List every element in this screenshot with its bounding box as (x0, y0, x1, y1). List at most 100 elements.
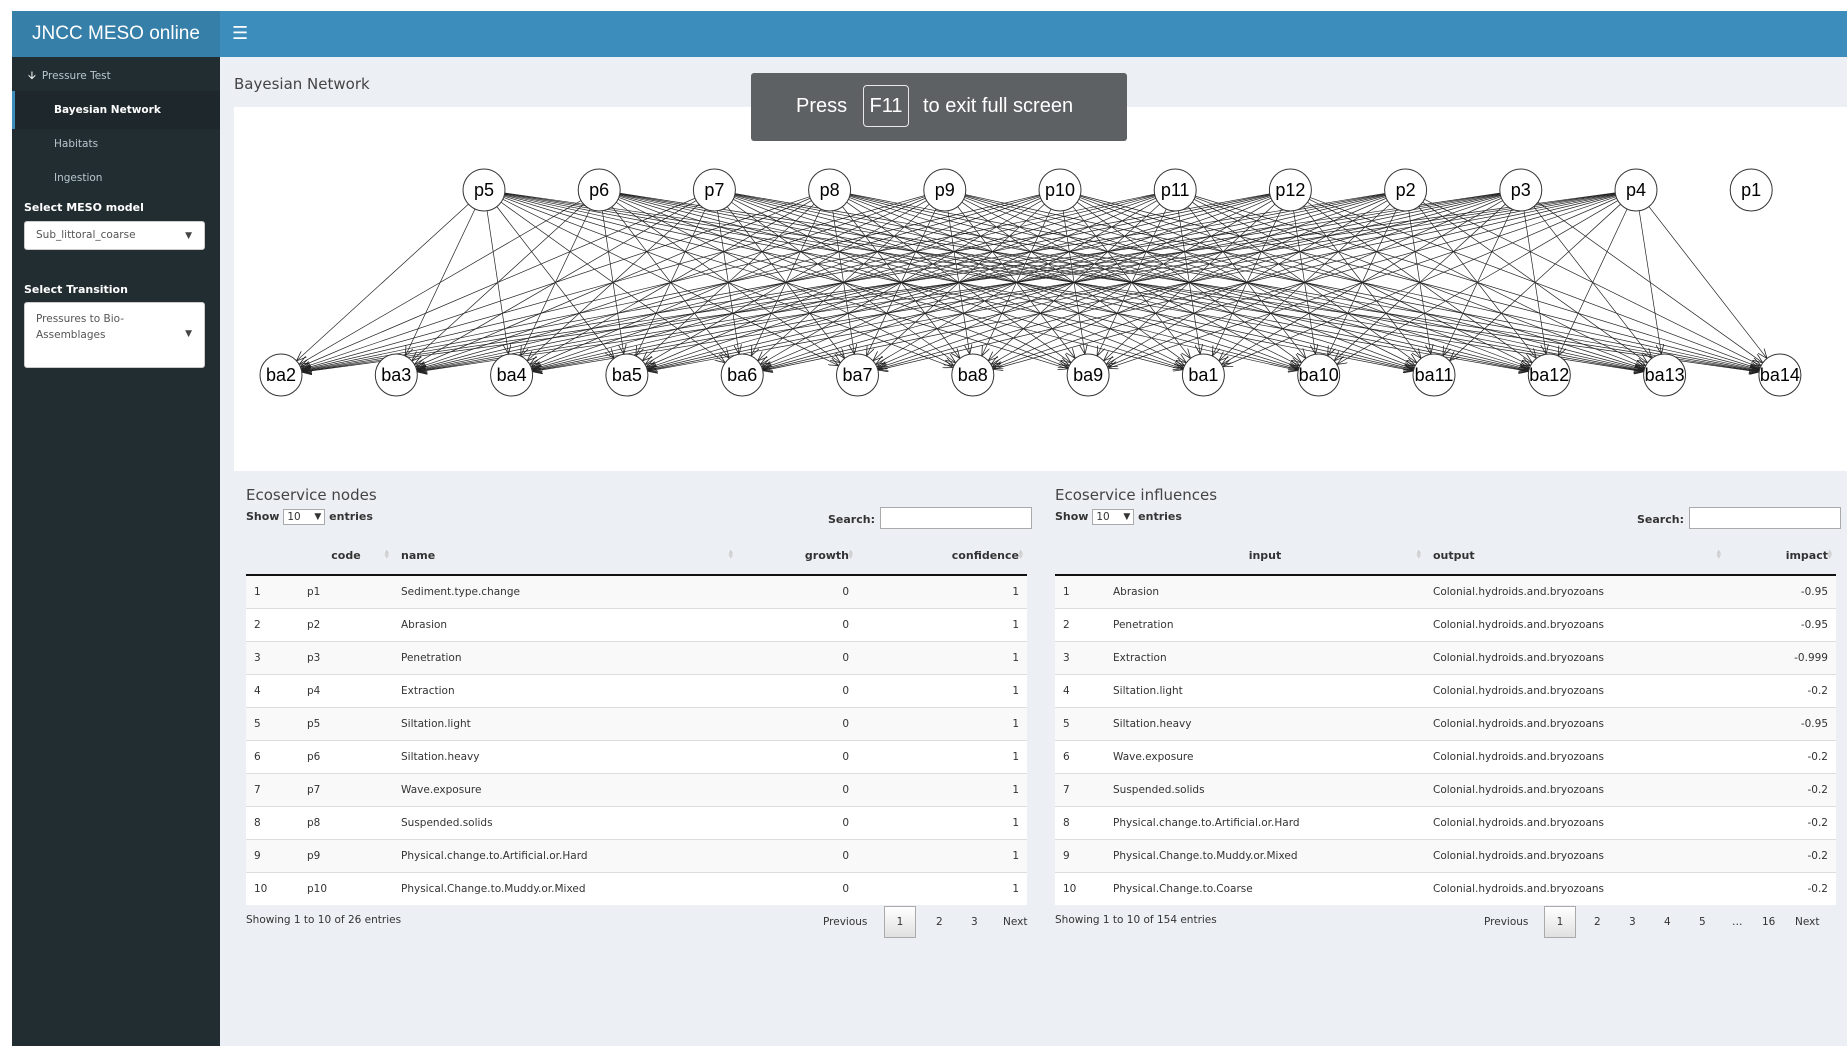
column-header-input[interactable]: input ▴ ▾ (1105, 537, 1425, 576)
node-ba5[interactable]: ba5 (605, 353, 649, 397)
table-cell: Colonial.hydroids.and.bryozoans (1425, 707, 1725, 741)
sidebar-item-ingestion[interactable]: Ingestion (12, 159, 220, 197)
node-ba1[interactable]: ba1 (1181, 353, 1225, 397)
pagination-page[interactable]: 5 (1699, 916, 1706, 928)
table-row[interactable]: 10 p10 Physical.Change.to.Muddy.or.Mixed 0 1 (246, 872, 1027, 905)
table-row[interactable]: 1 p1 Sediment.type.change 0 1 (246, 574, 1027, 609)
node-p4[interactable]: p4 (1614, 168, 1658, 212)
table-row[interactable]: 5 p5 Siltation.light 0 1 (246, 707, 1027, 741)
pagination-page[interactable]: 2 (936, 916, 943, 928)
table-row[interactable]: 8 Physical.change.to.Artificial.or.Hard Co… (1055, 806, 1836, 840)
node-ba13[interactable]: ba13 (1643, 353, 1687, 397)
node-ba10[interactable]: ba10 (1297, 353, 1341, 397)
pagination-page[interactable]: 3 (971, 916, 978, 928)
table-cell: 0 (737, 574, 857, 609)
pagination-page[interactable]: 16 (1762, 916, 1775, 928)
model-select[interactable]: Sub_littoral_coarse ▼ (24, 221, 205, 250)
column-header-output[interactable]: output ▴ ▾ (1425, 537, 1725, 576)
sort-icon[interactable]: ▴ ▾ (1416, 548, 1421, 562)
table-row[interactable]: 2 Penetration Colonial.hydroids.and.bryozo… (1055, 608, 1836, 642)
node-ba14[interactable]: ba14 (1758, 353, 1802, 397)
sort-icon[interactable]: ▴ ▾ (728, 548, 733, 562)
sidebar-item-habitats[interactable]: Habitats (12, 125, 220, 163)
node-p8[interactable]: p8 (808, 168, 852, 212)
pagination-page[interactable]: 3 (1629, 916, 1636, 928)
table-row[interactable]: 9 p9 Physical.change.to.Artificial.or.Hard… (246, 839, 1027, 873)
influences-table-header: input ▴ ▾ output ▴ ▾ impact ▴ ▾ (1055, 537, 1836, 576)
node-p6[interactable]: p6 (577, 168, 621, 212)
node-ba3[interactable]: ba3 (374, 353, 418, 397)
pagination-page[interactable]: 1 (1544, 906, 1576, 938)
svg-text:p3: p3 (1511, 180, 1531, 200)
table-row[interactable]: 8 p8 Suspended.solids 0 1 (246, 806, 1027, 840)
node-p5[interactable]: p5 (462, 168, 506, 212)
influences-search-input[interactable] (1689, 507, 1841, 529)
column-header-impact[interactable]: impact ▴ ▾ (1725, 537, 1836, 576)
sort-icon[interactable]: ▴ ▾ (384, 548, 389, 562)
table-row[interactable]: 4 p4 Extraction 0 1 (246, 674, 1027, 708)
table-row[interactable]: 3 p3 Penetration 0 1 (246, 641, 1027, 675)
sidebar-item-pressure-test[interactable]: 🡫 Pressure Test (12, 57, 220, 95)
table-row[interactable]: 6 Wave.exposure Colonial.hydroids.and.bryo… (1055, 740, 1836, 774)
table-row[interactable]: 4 Siltation.light Colonial.hydroids.and.br… (1055, 674, 1836, 708)
node-ba8[interactable]: ba8 (951, 353, 995, 397)
nodes-length-select[interactable]: 10 ▼ (283, 509, 326, 525)
table-row[interactable]: 7 Suspended.solids Colonial.hydroids.and.b… (1055, 773, 1836, 807)
node-p3[interactable]: p3 (1499, 168, 1543, 212)
node-ba12[interactable]: ba12 (1527, 353, 1571, 397)
column-header-name[interactable]: name ▴ ▾ (393, 537, 737, 576)
node-ba7[interactable]: ba7 (836, 353, 879, 397)
sort-icon[interactable]: ▴ ▾ (1827, 548, 1832, 562)
sidebar-item-bayesian-network[interactable]: Bayesian Network (12, 91, 220, 129)
node-ba6[interactable]: ba6 (720, 353, 764, 397)
table-cell: 1 (857, 839, 1027, 873)
influences-length-select[interactable]: 10 ▼ (1092, 509, 1135, 525)
pagination-page[interactable]: 4 (1664, 916, 1671, 928)
table-row[interactable]: 7 p7 Wave.exposure 0 1 (246, 773, 1027, 807)
table-row[interactable]: 10 Physical.Change.to.Coarse Colonial.hydr… (1055, 872, 1836, 905)
app-title[interactable]: JNCC MESO online (12, 11, 220, 57)
network-svg[interactable]: p5 p6 p7 p8 p9 p10 p11 p12 p2 p3 p4 p1 ba2 ba3 ba4 ba5 b… (234, 107, 1847, 471)
pagination-page[interactable]: 1 (884, 906, 916, 938)
sort-icon[interactable]: ▴ ▾ (1716, 548, 1721, 562)
node-p1[interactable]: p1 (1729, 168, 1773, 212)
node-p12[interactable]: p12 (1268, 168, 1312, 212)
sort-icon[interactable]: ▴ ▾ (848, 548, 853, 562)
node-p11[interactable]: p11 (1153, 168, 1197, 212)
node-ba9[interactable]: ba9 (1066, 353, 1110, 397)
sidebar-toggle-icon[interactable]: ☰ (232, 23, 248, 45)
transition-select[interactable]: Pressures to Bio-Assemblages ▼ (24, 302, 205, 368)
svg-text:p2: p2 (1396, 180, 1416, 200)
nodes-search-input[interactable] (880, 507, 1032, 529)
edge-p9-ba2 (301, 195, 925, 370)
table-row[interactable]: 6 p6 Siltation.heavy 0 1 (246, 740, 1027, 774)
node-ba2[interactable]: ba2 (259, 353, 303, 397)
table-row[interactable]: 3 Extraction Colonial.hydroids.and.bryozoa… (1055, 641, 1836, 675)
bayesian-network-graph[interactable]: p5 p6 p7 p8 p9 p10 p11 p12 p2 p3 p4 p1 ba2 ba3 ba4 ba5 b… (234, 107, 1847, 471)
table-row[interactable]: 5 Siltation.heavy Colonial.hydroids.and.br… (1055, 707, 1836, 741)
node-p2[interactable]: p2 (1384, 168, 1428, 212)
node-ba11[interactable]: ba11 (1412, 353, 1456, 397)
pagination-next[interactable]: Next (1003, 916, 1027, 928)
node-p9[interactable]: p9 (923, 168, 967, 212)
column-header-code[interactable]: code ▴ ▾ (299, 537, 393, 576)
table-cell: 9 (246, 839, 299, 873)
column-header-growth[interactable]: growth ▴ ▾ (737, 537, 857, 576)
pagination-next[interactable]: Next (1795, 916, 1819, 928)
node-p10[interactable]: p10 (1038, 168, 1082, 212)
pagination-page[interactable]: 2 (1594, 916, 1601, 928)
node-ba4[interactable]: ba4 (490, 353, 534, 397)
table-row[interactable]: 9 Physical.Change.to.Muddy.or.Mixed Coloni… (1055, 839, 1836, 873)
table-cell: 5 (246, 707, 299, 741)
sort-icon[interactable]: ▴ ▾ (1018, 548, 1023, 562)
pagination-previous[interactable]: Previous (823, 916, 867, 928)
table-cell: 4 (1055, 674, 1105, 708)
pagination-previous[interactable]: Previous (1484, 916, 1528, 928)
table-cell: Suspended.solids (393, 806, 737, 840)
table-row[interactable]: 2 p2 Abrasion 0 1 (246, 608, 1027, 642)
column-header-confidence[interactable]: confidence ▴ ▾ (857, 537, 1027, 576)
table-cell: -0.2 (1725, 806, 1836, 840)
table-row[interactable]: 1 Abrasion Colonial.hydroids.and.bryozoans… (1055, 574, 1836, 609)
fullscreen-toast: Press F11 to exit full screen (751, 73, 1127, 141)
node-p7[interactable]: p7 (692, 168, 736, 212)
